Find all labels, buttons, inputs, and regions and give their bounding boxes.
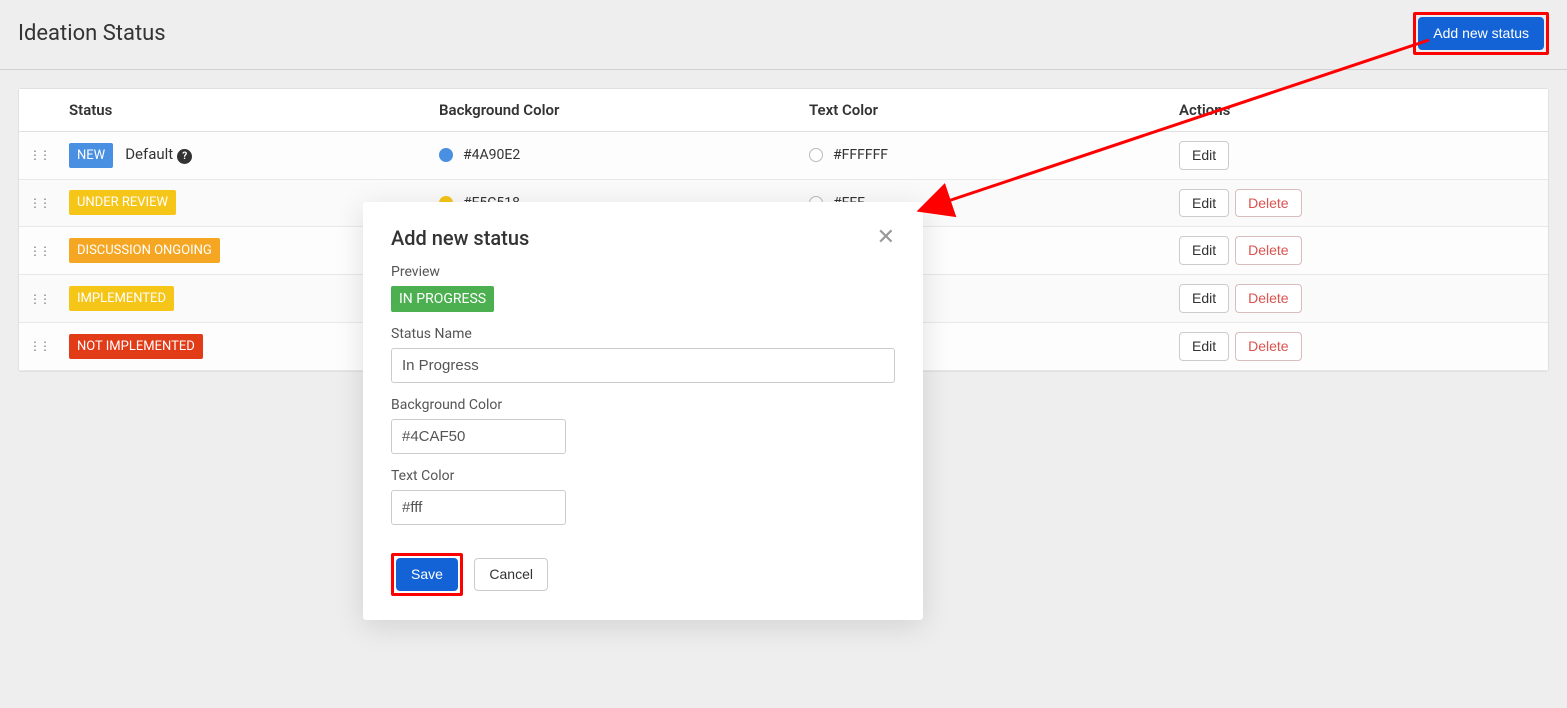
drag-handle-icon[interactable]: ⋮⋮: [29, 292, 49, 306]
bg-color-value: #4A90E2: [463, 147, 520, 163]
edit-button[interactable]: Edit: [1179, 189, 1229, 218]
highlight-save-button: Save: [391, 553, 463, 596]
close-icon[interactable]: ✕: [877, 227, 895, 249]
delete-button[interactable]: Delete: [1235, 189, 1301, 218]
drag-handle-icon[interactable]: ⋮⋮: [29, 339, 49, 353]
edit-button[interactable]: Edit: [1179, 141, 1229, 170]
help-icon[interactable]: ?: [177, 149, 192, 164]
drag-handle-icon[interactable]: ⋮⋮: [29, 244, 49, 258]
col-actions: Actions: [1169, 89, 1548, 132]
preview-label: Preview: [391, 264, 895, 280]
edit-button[interactable]: Edit: [1179, 236, 1229, 265]
delete-button[interactable]: Delete: [1235, 332, 1301, 361]
text-color-input[interactable]: [391, 490, 566, 525]
preview-badge: IN PROGRESS: [391, 286, 494, 312]
drag-handle-icon[interactable]: ⋮⋮: [29, 196, 49, 210]
status-badge: UNDER REVIEW: [69, 190, 176, 215]
page-header: Ideation Status Add new status: [0, 0, 1567, 70]
status-badge: NOT IMPLEMENTED: [69, 334, 203, 359]
highlight-add-button: Add new status: [1413, 12, 1549, 55]
col-bg: Background Color: [429, 89, 799, 132]
add-new-status-button[interactable]: Add new status: [1418, 17, 1544, 50]
cancel-button[interactable]: Cancel: [474, 558, 548, 591]
status-name-input[interactable]: [391, 348, 895, 383]
table-row: ⋮⋮ NEW Default? #4A90E2 #FFFFFF Edit: [19, 131, 1548, 179]
bg-color-input[interactable]: [391, 419, 566, 454]
modal-title: Add new status: [391, 226, 529, 250]
delete-button[interactable]: Delete: [1235, 236, 1301, 265]
status-badge: NEW: [69, 143, 113, 168]
bg-color-label: Background Color: [391, 397, 895, 413]
color-swatch-icon: [809, 148, 823, 162]
text-color-label: Text Color: [391, 468, 895, 484]
default-label: Default: [125, 145, 173, 163]
text-color-value: #FFFFFF: [833, 147, 888, 163]
col-status: Status: [59, 89, 429, 132]
status-name-label: Status Name: [391, 326, 895, 342]
color-swatch-icon: [439, 148, 453, 162]
page-title: Ideation Status: [18, 21, 166, 46]
add-status-modal: Add new status ✕ Preview IN PROGRESS Sta…: [363, 202, 923, 620]
status-badge: DISCUSSION ONGOING: [69, 238, 220, 263]
delete-button[interactable]: Delete: [1235, 284, 1301, 313]
col-drag: [19, 89, 59, 132]
edit-button[interactable]: Edit: [1179, 332, 1229, 361]
drag-handle-icon[interactable]: ⋮⋮: [29, 148, 49, 162]
edit-button[interactable]: Edit: [1179, 284, 1229, 313]
status-badge: IMPLEMENTED: [69, 286, 174, 311]
save-button[interactable]: Save: [396, 558, 458, 591]
col-txt: Text Color: [799, 89, 1169, 132]
